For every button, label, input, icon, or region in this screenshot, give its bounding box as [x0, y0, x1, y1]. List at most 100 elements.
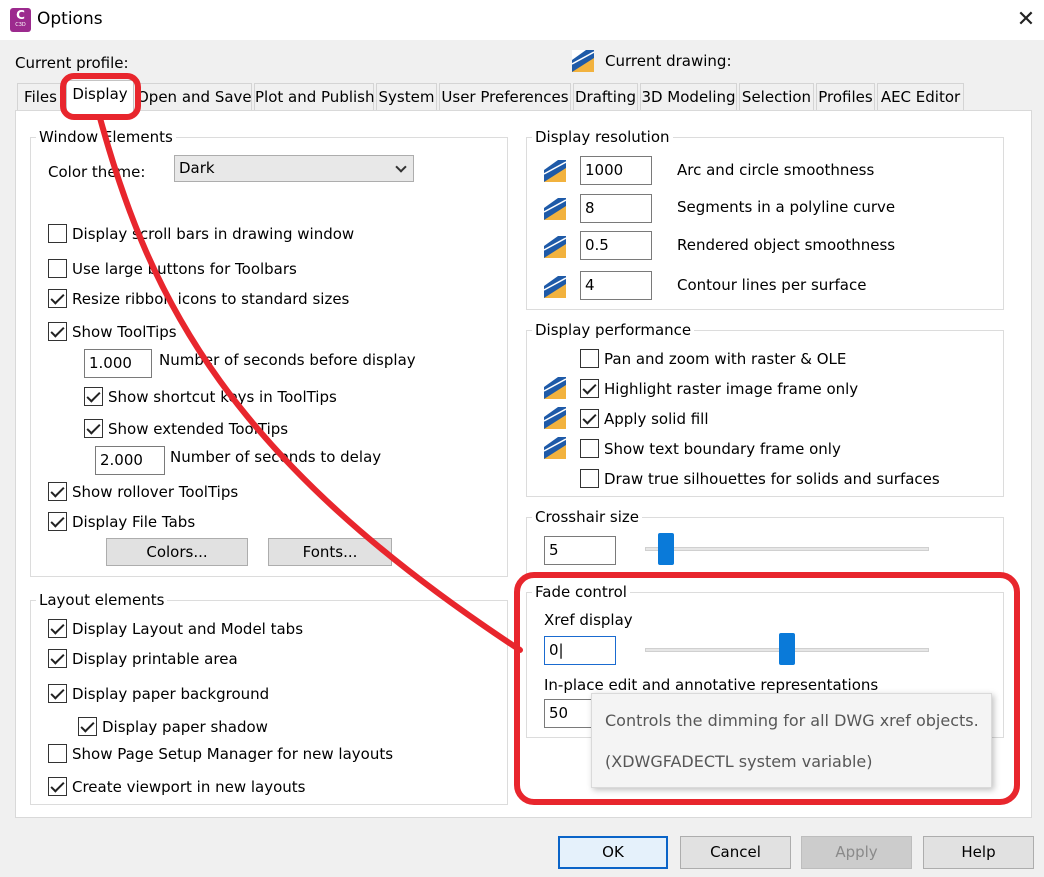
page-setup-checkbox[interactable] — [48, 744, 67, 763]
chevron-down-icon — [395, 161, 407, 173]
layout-model-tabs-label: Display Layout and Model tabs — [72, 620, 304, 638]
polyline-segments-input[interactable]: 8 — [580, 194, 652, 223]
display-performance-title: Display performance — [532, 321, 695, 339]
tooltip-sysvar: (XDWGFADECTL system variable) — [605, 752, 873, 771]
crosshair-title: Crosshair size — [532, 508, 643, 526]
close-icon[interactable]: ✕ — [1014, 8, 1038, 32]
seconds-delay-input[interactable]: 2.000 — [95, 446, 165, 475]
tab-profiles[interactable]: Profiles — [816, 83, 875, 110]
rendered-smoothness-input[interactable]: 0.5 — [580, 231, 652, 260]
silhouettes-label: Draw true silhouettes for solids and sur… — [604, 470, 940, 488]
text-boundary-label: Show text boundary frame only — [604, 440, 841, 458]
contour-lines-input[interactable]: 4 — [580, 271, 652, 300]
paper-background-label: Display paper background — [72, 685, 270, 703]
file-tabs-checkbox[interactable] — [48, 512, 67, 531]
tab-3d-modeling[interactable]: 3D Modeling — [640, 83, 737, 110]
cancel-button[interactable]: Cancel — [680, 836, 791, 869]
fade-control-title: Fade control — [532, 583, 630, 601]
polyline-segments-label: Segments in a polyline curve — [677, 198, 896, 216]
window-title: Options — [37, 9, 103, 29]
text-boundary-checkbox[interactable] — [580, 439, 599, 458]
arc-smoothness-label: Arc and circle smoothness — [677, 161, 875, 179]
tab-drafting[interactable]: Drafting — [573, 83, 638, 110]
drawing-saved-icon — [544, 160, 566, 182]
resize-ribbon-label: Resize ribbon icons to standard sizes — [72, 290, 350, 308]
crosshair-size-input[interactable]: 5 — [544, 536, 616, 565]
drawing-saved-icon — [544, 276, 566, 298]
tooltip-description: Controls the dimming for all DWG xref ob… — [605, 711, 979, 730]
drawing-saved-icon — [544, 407, 566, 429]
drawing-saved-icon — [544, 437, 566, 459]
show-tooltips-label: Show ToolTips — [72, 323, 177, 341]
drawing-saved-icon — [544, 198, 566, 220]
help-button[interactable]: Help — [923, 836, 1034, 869]
layout-model-tabs-checkbox[interactable] — [48, 619, 67, 638]
shortcut-keys-checkbox[interactable] — [84, 387, 103, 406]
color-theme-select[interactable]: Dark — [174, 155, 414, 182]
display-resolution-title: Display resolution — [532, 128, 673, 146]
crosshair-slider-thumb[interactable] — [658, 533, 675, 565]
resize-ribbon-checkbox[interactable] — [48, 289, 67, 308]
large-buttons-checkbox[interactable] — [48, 259, 67, 278]
rollover-tooltips-checkbox[interactable] — [48, 482, 67, 501]
app-icon: C C3D — [10, 8, 31, 32]
printable-area-checkbox[interactable] — [48, 649, 67, 668]
crosshair-slider-track[interactable] — [645, 547, 929, 551]
drawing-saved-icon — [544, 377, 566, 399]
inplace-edit-label: In-place edit and annotative representat… — [544, 676, 879, 694]
rollover-tooltips-label: Show rollover ToolTips — [72, 483, 239, 501]
shortcut-keys-label: Show shortcut keys in ToolTips — [108, 388, 337, 406]
current-drawing-label: Current drawing: — [605, 52, 732, 70]
page-setup-label: Show Page Setup Manager for new layouts — [72, 745, 394, 763]
app-icon-letter: C — [16, 8, 25, 22]
large-buttons-label: Use large buttons for Toolbars — [72, 260, 297, 278]
arc-smoothness-input[interactable]: 1000 — [580, 156, 652, 185]
tab-system[interactable]: System — [376, 83, 437, 110]
apply-button[interactable]: Apply — [801, 836, 912, 869]
drawing-icon — [572, 50, 594, 72]
title-bar — [0, 0, 1044, 40]
extended-tooltips-checkbox[interactable] — [84, 419, 103, 438]
text-caret: | — [558, 641, 564, 659]
solid-fill-checkbox[interactable] — [580, 409, 599, 428]
tab-user-preferences[interactable]: User Preferences — [439, 83, 571, 110]
paper-shadow-label: Display paper shadow — [102, 718, 268, 736]
paper-shadow-checkbox[interactable] — [78, 717, 97, 736]
extended-tooltips-label: Show extended ToolTips — [108, 420, 289, 438]
highlight-raster-label: Highlight raster image frame only — [604, 380, 859, 398]
seconds-before-label: Number of seconds before display — [159, 351, 416, 369]
ok-button[interactable]: OK — [558, 836, 668, 869]
tab-aec-editor[interactable]: AEC Editor — [877, 83, 964, 110]
tab-selection[interactable]: Selection — [739, 83, 814, 110]
tab-plot-and-publish[interactable]: Plot and Publish — [254, 83, 375, 110]
paper-background-checkbox[interactable] — [48, 684, 67, 703]
color-theme-value: Dark — [179, 159, 215, 177]
window-elements-title: Window Elements — [36, 128, 176, 146]
seconds-before-input[interactable]: 1.000 — [84, 349, 152, 378]
scroll-bars-label: Display scroll bars in drawing window — [72, 225, 355, 243]
pan-zoom-label: Pan and zoom with raster & OLE — [604, 350, 847, 368]
seconds-delay-label: Number of seconds to delay — [170, 448, 382, 466]
pan-zoom-checkbox[interactable] — [580, 349, 599, 368]
colors-button[interactable]: Colors... — [106, 538, 248, 566]
app-icon-sub: C3D — [15, 22, 26, 28]
xref-slider-thumb[interactable] — [779, 633, 795, 665]
xref-display-label: Xref display — [544, 611, 633, 629]
file-tabs-label: Display File Tabs — [72, 513, 196, 531]
printable-area-label: Display printable area — [72, 650, 238, 668]
tab-display[interactable]: Display — [66, 80, 134, 111]
xref-display-input[interactable]: 0| — [544, 636, 616, 665]
fonts-button[interactable]: Fonts... — [268, 538, 392, 566]
scroll-bars-checkbox[interactable] — [48, 224, 67, 243]
solid-fill-label: Apply solid fill — [604, 410, 709, 428]
tab-open-and-save[interactable]: Open and Save — [136, 83, 252, 110]
show-tooltips-checkbox[interactable] — [48, 322, 67, 341]
xref-tooltip: Controls the dimming for all DWG xref ob… — [591, 693, 992, 788]
current-profile-label: Current profile: — [15, 54, 129, 72]
create-viewport-checkbox[interactable] — [48, 777, 67, 796]
drawing-saved-icon — [544, 236, 566, 258]
silhouettes-checkbox[interactable] — [580, 469, 599, 488]
tab-files[interactable]: Files — [17, 83, 64, 110]
highlight-raster-checkbox[interactable] — [580, 379, 599, 398]
contour-lines-label: Contour lines per surface — [677, 276, 867, 294]
